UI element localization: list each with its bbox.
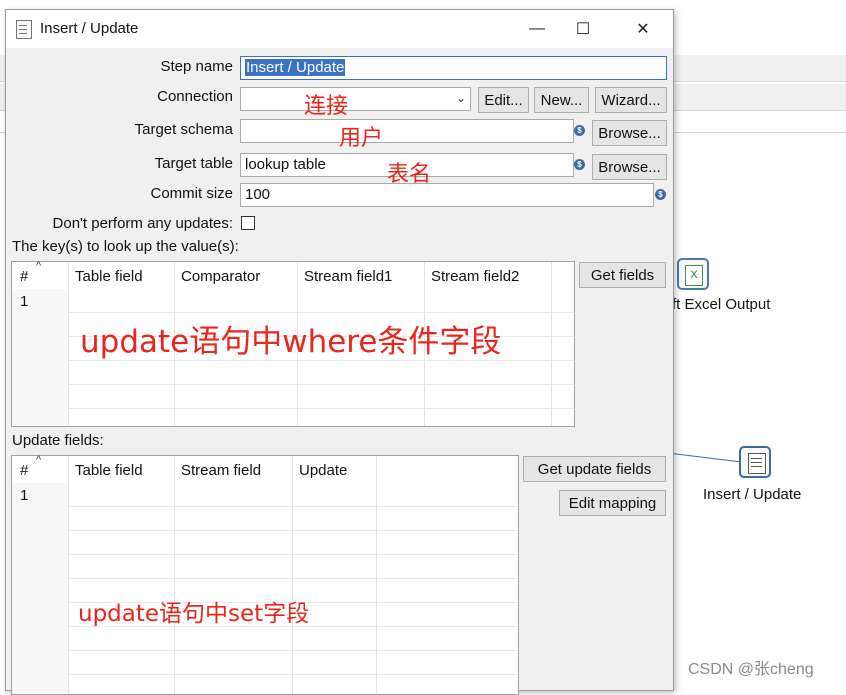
wizard-button[interactable]: Wizard... xyxy=(595,87,667,113)
minimize-icon: — xyxy=(529,20,545,37)
target-schema-input[interactable] xyxy=(240,119,574,143)
excel-output-step-icon[interactable]: X xyxy=(677,258,709,290)
target-table-label: Target table xyxy=(154,155,233,172)
keys-section-label: The key(s) to look up the value(s): xyxy=(12,238,239,255)
sort-caret-icon[interactable]: ^ xyxy=(36,260,41,272)
update-col-table-field: Table field xyxy=(75,462,143,479)
step-name-input[interactable]: Insert / Update xyxy=(240,56,667,80)
insert-update-dialog: Insert / Update — ☐ ✕ Step name Insert /… xyxy=(5,9,674,695)
minimize-button[interactable]: — xyxy=(514,10,560,48)
close-icon: ✕ xyxy=(636,21,650,38)
close-button[interactable]: ✕ xyxy=(620,10,666,48)
update-col-update: Update xyxy=(299,462,348,479)
annotation-schema: 用户 xyxy=(339,126,384,151)
excel-file-icon: X xyxy=(685,265,703,286)
chevron-down-icon[interactable]: ⌄ xyxy=(456,89,466,107)
browse-schema-button[interactable]: Browse... xyxy=(592,120,667,146)
keys-col-stream-field2: Stream field2 xyxy=(431,268,520,285)
table-row[interactable]: 1 xyxy=(20,487,28,504)
variable-icon: $ xyxy=(574,125,585,136)
edit-mapping-button[interactable]: Edit mapping xyxy=(559,490,666,516)
step-app-icon xyxy=(16,20,32,39)
variable-icon: $ xyxy=(574,159,585,170)
hop-arrow xyxy=(671,453,740,463)
variable-icon: $ xyxy=(655,189,666,200)
maximize-button[interactable]: ☐ xyxy=(560,10,606,48)
table-row[interactable]: 1 xyxy=(20,293,28,310)
keys-col-stream-field1: Stream field1 xyxy=(304,268,393,285)
update-fields-section-label: Update fields: xyxy=(12,432,104,449)
target-schema-label: Target schema xyxy=(134,121,233,138)
insert-update-step-label: Insert / Update xyxy=(703,486,802,503)
commit-size-input[interactable]: 100 xyxy=(240,183,654,207)
get-fields-button[interactable]: Get fields xyxy=(579,262,666,288)
annotation-where-fields: update语句中where条件字段 xyxy=(80,324,502,360)
browse-table-button[interactable]: Browse... xyxy=(592,154,667,180)
watermark: CSDN @张cheng xyxy=(688,661,814,678)
title-bar[interactable]: Insert / Update — ☐ ✕ xyxy=(6,10,673,48)
keys-col-index: # xyxy=(20,268,29,285)
table-update-icon xyxy=(748,453,766,474)
maximize-icon: ☐ xyxy=(575,21,591,38)
get-update-fields-button[interactable]: Get update fields xyxy=(523,456,666,482)
edit-connection-button[interactable]: Edit... xyxy=(478,87,529,113)
target-table-value: lookup table xyxy=(245,156,326,173)
connection-label: Connection xyxy=(157,88,233,105)
commit-size-value: 100 xyxy=(245,186,271,203)
step-name-value: Insert / Update xyxy=(245,59,346,76)
update-row-header xyxy=(12,483,68,694)
dont-update-label: Don't perform any updates: xyxy=(52,215,233,232)
commit-size-label: Commit size xyxy=(150,185,233,202)
update-col-stream-field: Stream field xyxy=(181,462,262,479)
sort-caret-icon[interactable]: ^ xyxy=(36,454,41,466)
annotation-set-fields: update语句中set字段 xyxy=(78,601,310,627)
dont-update-checkbox[interactable] xyxy=(241,216,255,230)
annotation-connection: 连接 xyxy=(304,94,349,119)
keys-col-table-field: Table field xyxy=(75,268,143,285)
keys-col-comparator: Comparator xyxy=(181,268,261,285)
annotation-table: 表名 xyxy=(387,162,432,187)
step-name-label: Step name xyxy=(160,58,233,75)
connection-select[interactable]: ⌄ xyxy=(240,87,471,111)
excel-output-step-label: ft Excel Output xyxy=(672,296,771,313)
update-col-index: # xyxy=(20,462,29,479)
dialog-title: Insert / Update xyxy=(40,20,139,37)
new-connection-button[interactable]: New... xyxy=(534,87,589,113)
insert-update-step-icon[interactable] xyxy=(739,446,771,478)
update-fields-table[interactable]: # ^ Table field Stream field Update 1 xyxy=(11,454,519,695)
